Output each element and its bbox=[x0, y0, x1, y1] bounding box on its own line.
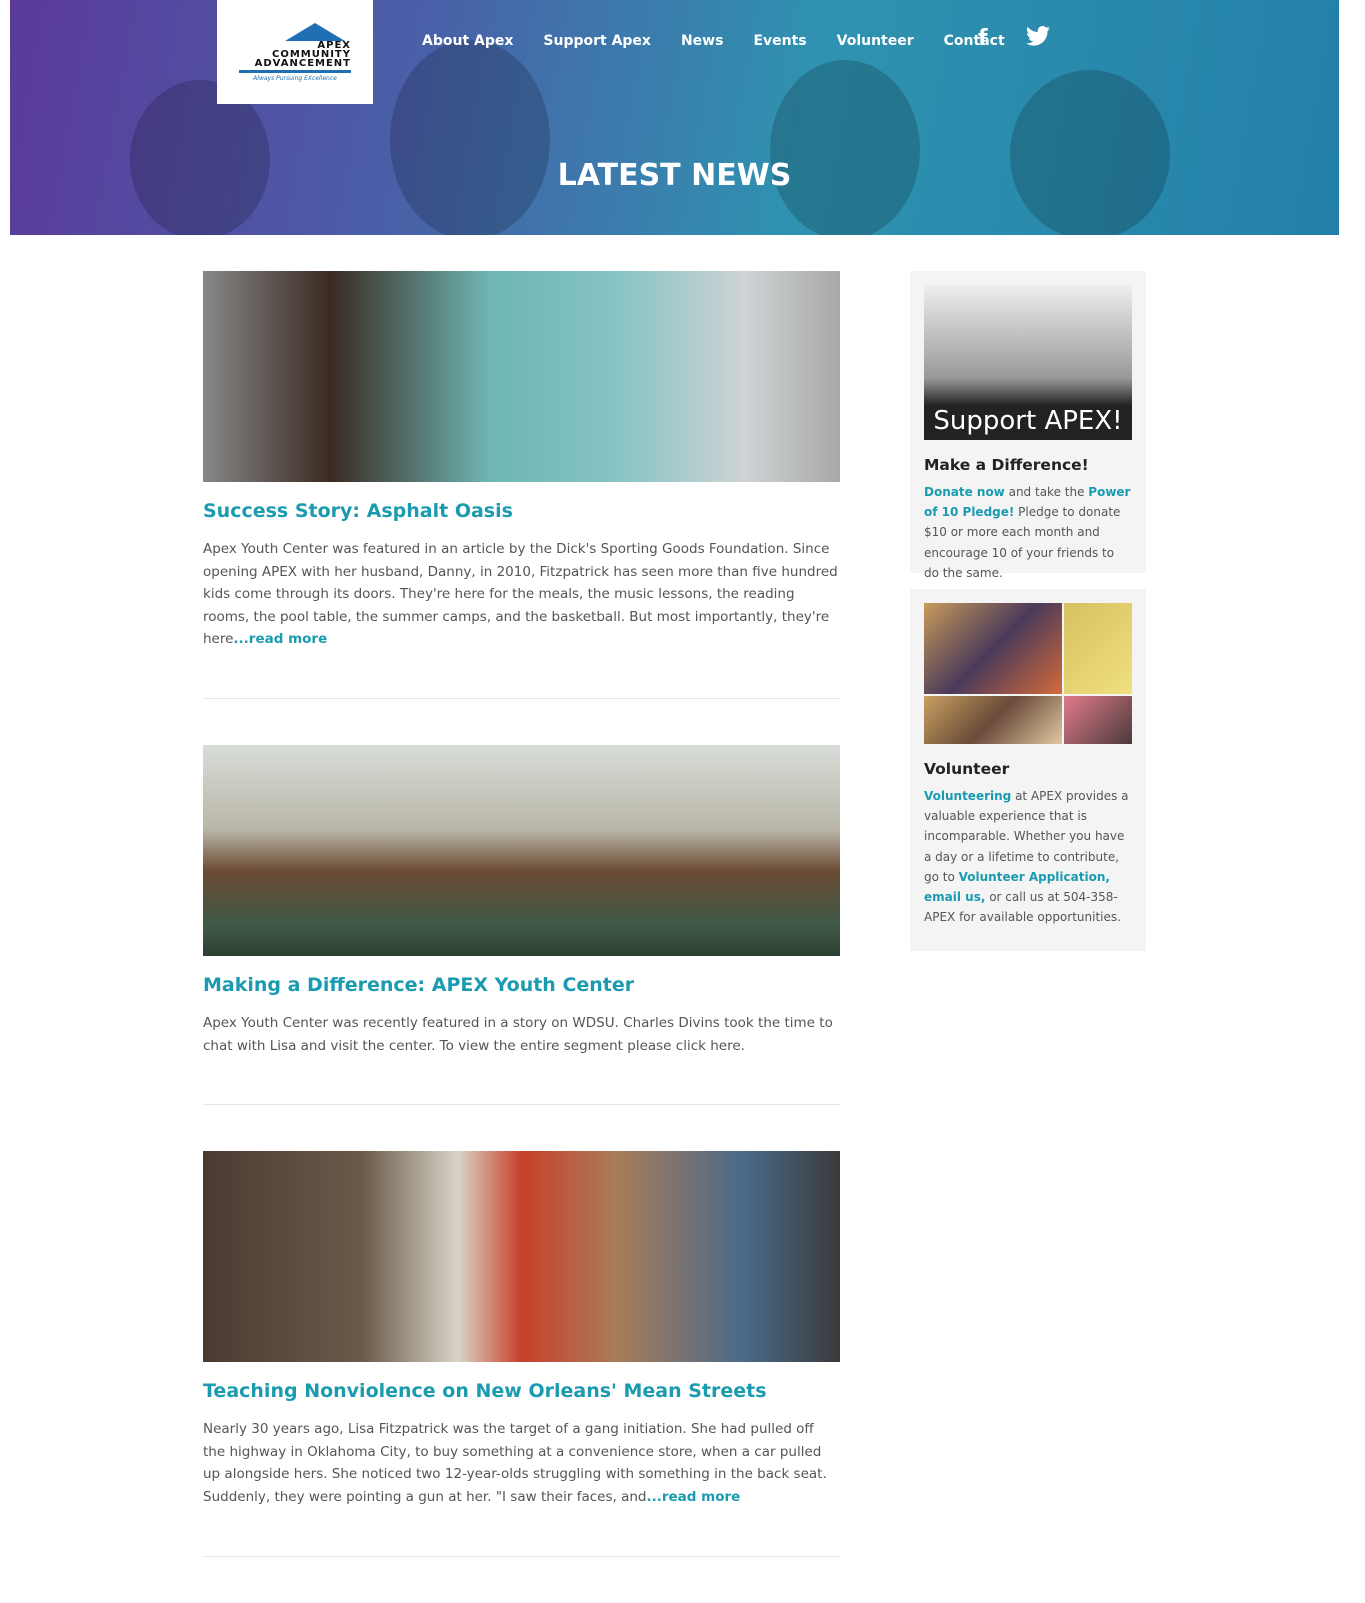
nav-support[interactable]: Support Apex bbox=[543, 33, 651, 49]
news-article: Success Story: Asphalt Oasis Apex Youth … bbox=[203, 271, 840, 699]
volunteer-widget: Volunteer Volunteering at APEX provides … bbox=[910, 589, 1146, 951]
support-image[interactable]: Support APEX! bbox=[924, 285, 1132, 440]
facebook-icon[interactable]: f bbox=[978, 26, 988, 51]
volunteer-application-link[interactable]: Volunteer Application, bbox=[959, 870, 1110, 884]
volunteering-link[interactable]: Volunteering bbox=[924, 789, 1011, 803]
read-more-link[interactable]: ...read more bbox=[233, 631, 327, 647]
article-excerpt: Apex Youth Center was recently featured … bbox=[203, 1014, 833, 1054]
volunteer-image[interactable] bbox=[924, 603, 1132, 744]
page-title: LATEST NEWS bbox=[557, 158, 792, 193]
twitter-icon[interactable] bbox=[1026, 26, 1050, 52]
nav-volunteer[interactable]: Volunteer bbox=[837, 33, 914, 49]
main-nav: About Apex Support Apex News Events Volu… bbox=[422, 33, 1005, 49]
article-title[interactable]: Success Story: Asphalt Oasis bbox=[203, 500, 840, 522]
article-image[interactable] bbox=[203, 1151, 840, 1363]
news-list: Success Story: Asphalt Oasis Apex Youth … bbox=[203, 271, 840, 1603]
volunteer-text: Volunteering at APEX provides a valuable… bbox=[924, 789, 1129, 925]
nav-events[interactable]: Events bbox=[753, 33, 806, 49]
news-article: Making a Difference: APEX Youth Center A… bbox=[203, 744, 840, 1106]
article-title[interactable]: Teaching Nonviolence on New Orleans' Mea… bbox=[203, 1380, 840, 1402]
article-title[interactable]: Making a Difference: APEX Youth Center bbox=[203, 974, 840, 996]
support-title: Make a Difference! bbox=[924, 456, 1089, 474]
donate-link[interactable]: Donate now bbox=[924, 485, 1005, 499]
nav-news[interactable]: News bbox=[681, 33, 723, 49]
nav-about[interactable]: About Apex bbox=[422, 33, 513, 49]
nav-contact[interactable]: Contact bbox=[944, 33, 1005, 49]
support-widget: Support APEX! Make a Difference! Donate … bbox=[910, 271, 1146, 580]
article-image[interactable] bbox=[203, 744, 840, 956]
news-article: Teaching Nonviolence on New Orleans' Mea… bbox=[203, 1151, 840, 1557]
article-image[interactable] bbox=[203, 271, 840, 482]
support-text: Donate now and take the Power of 10 Pled… bbox=[924, 485, 1131, 580]
read-more-link[interactable]: ...read more bbox=[646, 1489, 740, 1505]
hero-banner: APEX COMMUNITY ADVANCEMENT Always Pursui… bbox=[10, 0, 1339, 235]
email-link[interactable]: email us, bbox=[924, 890, 985, 904]
apex-logo[interactable]: APEX COMMUNITY ADVANCEMENT Always Pursui… bbox=[217, 0, 373, 104]
volunteer-title: Volunteer bbox=[924, 760, 1010, 778]
